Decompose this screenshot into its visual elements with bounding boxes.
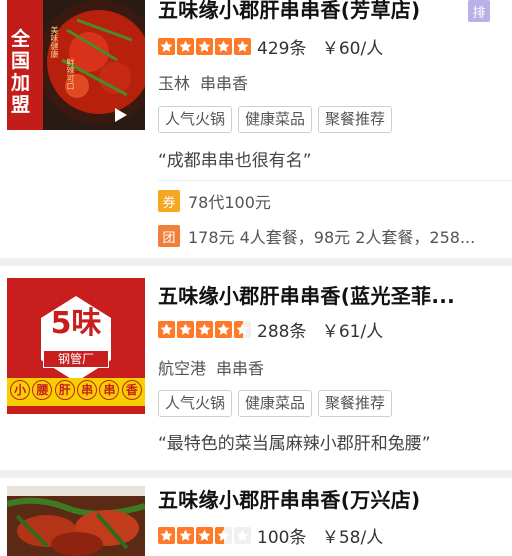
star-icon xyxy=(196,37,213,55)
shop-name[interactable]: 五味缘小郡肝串串香(芳草店) xyxy=(158,0,420,23)
tag-list: 人气火锅 健康菜品 聚餐推荐 xyxy=(158,390,393,417)
group-icon: 团 xyxy=(158,225,180,247)
review-count: 288条 xyxy=(257,321,307,342)
star-rating xyxy=(158,526,251,544)
location-category: 玉林 串串香 xyxy=(158,70,248,94)
card-separator xyxy=(0,470,512,478)
star-icon xyxy=(234,37,251,55)
star-rating xyxy=(158,320,251,338)
shop-thumbnail[interactable]: 5味 钢管厂 小 腰 肝 串 串 香 xyxy=(7,278,145,414)
review-quote: “最特色的菜当属麻辣小郡肝和兔腰” xyxy=(158,434,431,454)
review-quote: “成都串串也很有名” xyxy=(158,151,312,171)
listing-card[interactable]: 5味 钢管厂 小 腰 肝 串 串 香 五味缘小郡肝串串香(蓝光圣菲... 288… xyxy=(0,266,512,470)
rank-badge: 排 xyxy=(468,0,490,22)
review-count: 100条 xyxy=(257,527,307,548)
voucher-text: 78代100元 xyxy=(188,193,271,212)
shop-thumbnail[interactable] xyxy=(7,486,145,556)
star-icon xyxy=(158,526,175,544)
listing-card[interactable]: 五味缘小郡肝串串香(万兴店) 100条 ￥58/人 xyxy=(0,478,512,556)
logo-sub: 钢管厂 xyxy=(43,350,109,368)
category-label: 串串香 xyxy=(216,359,265,378)
tag[interactable]: 人气火锅 xyxy=(158,106,233,133)
star-rating xyxy=(158,37,251,55)
listing-card[interactable]: 全国 加盟 美味健康 鲜辣可口 五味缘小郡肝串串香(芳草店) 排 429条 ￥6… xyxy=(0,0,512,258)
shop-name[interactable]: 五味缘小郡肝串串香(蓝光圣菲... xyxy=(158,280,455,309)
thumb-slogan: 全国 加盟 xyxy=(11,28,31,116)
category-label: 串串香 xyxy=(200,74,249,93)
voucher-icon: 券 xyxy=(158,190,180,212)
tag[interactable]: 健康菜品 xyxy=(238,390,313,417)
area-label: 玉林 xyxy=(158,74,191,93)
star-icon xyxy=(158,37,175,55)
avg-price: ￥60/人 xyxy=(321,38,384,59)
group-deal-text: 178元 4人套餐，98元 2人套餐，258... xyxy=(188,228,476,247)
divider xyxy=(158,180,512,181)
tag[interactable]: 聚餐推荐 xyxy=(318,106,393,133)
star-icon xyxy=(196,320,213,338)
review-count: 429条 xyxy=(257,38,307,59)
thumb-small-text: 鲜辣可口 xyxy=(66,58,75,90)
tag-list: 人气火锅 健康菜品 聚餐推荐 xyxy=(158,106,393,133)
rating-row: 100条 ￥58/人 xyxy=(158,524,384,548)
star-icon xyxy=(234,320,251,338)
voucher-row[interactable]: 券 78代100元 xyxy=(158,189,271,213)
rating-row: 288条 ￥61/人 xyxy=(158,318,384,342)
star-icon xyxy=(196,526,213,544)
star-icon xyxy=(158,320,175,338)
star-icon xyxy=(177,37,194,55)
rating-row: 429条 ￥60/人 xyxy=(158,35,384,59)
star-icon xyxy=(215,37,232,55)
star-icon xyxy=(234,526,251,544)
avg-price: ￥61/人 xyxy=(321,321,384,342)
star-icon xyxy=(177,320,194,338)
tag[interactable]: 人气火锅 xyxy=(158,390,233,417)
avg-price: ￥58/人 xyxy=(321,527,384,548)
group-deal-row[interactable]: 团 178元 4人套餐，98元 2人套餐，258... xyxy=(158,224,475,248)
logo-banner: 小 腰 肝 串 串 香 xyxy=(9,380,143,400)
area-label: 航空港 xyxy=(158,359,207,378)
tag[interactable]: 健康菜品 xyxy=(238,106,313,133)
shop-name[interactable]: 五味缘小郡肝串串香(万兴店) xyxy=(158,484,420,513)
food-photo xyxy=(7,486,145,556)
thumb-small-text: 美味健康 xyxy=(50,26,59,58)
location-category: 航空港 串串香 xyxy=(158,355,264,379)
tag[interactable]: 聚餐推荐 xyxy=(318,390,393,417)
card-separator xyxy=(0,258,512,266)
logo-mark: 5味 xyxy=(50,306,102,341)
star-icon xyxy=(215,526,232,544)
star-icon xyxy=(215,320,232,338)
star-icon xyxy=(177,526,194,544)
shop-thumbnail[interactable]: 全国 加盟 美味健康 鲜辣可口 xyxy=(7,0,145,130)
